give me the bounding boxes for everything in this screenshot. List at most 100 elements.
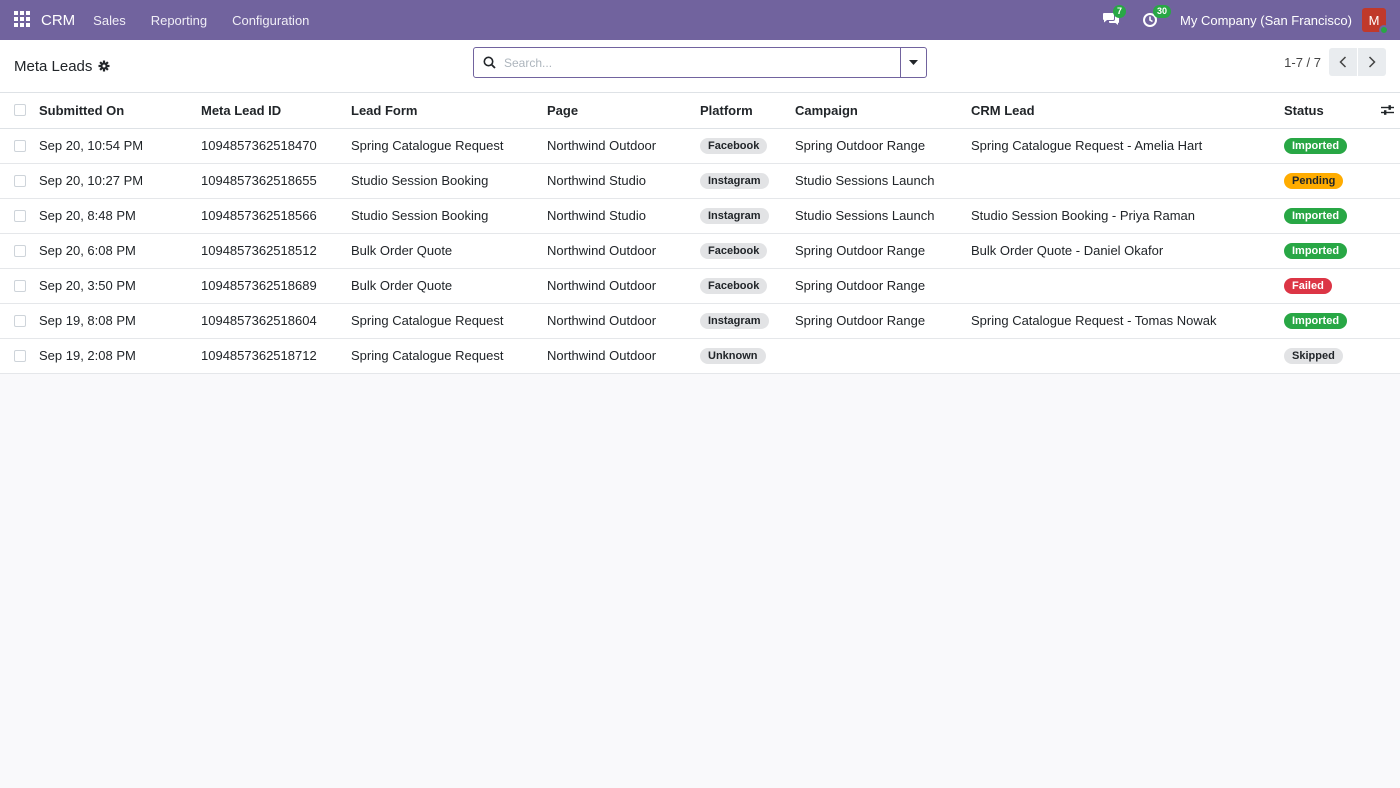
cell-submitted-on[interactable]: Sep 20, 6:08 PM bbox=[39, 233, 201, 269]
table-row[interactable]: Sep 20, 8:48 PM 1094857362518566 Studio Se… bbox=[0, 198, 1400, 234]
column-header-crm-lead[interactable]: CRM Lead bbox=[971, 93, 1284, 129]
menu-configuration[interactable]: Configuration bbox=[232, 13, 309, 28]
cell-platform[interactable]: Facebook bbox=[700, 128, 795, 164]
platform-tag: Instagram bbox=[700, 208, 769, 224]
cell-crm-lead[interactable]: Studio Session Booking - Priya Raman bbox=[971, 198, 1284, 234]
select-all-checkbox[interactable] bbox=[14, 104, 26, 117]
column-header-platform[interactable]: Platform bbox=[700, 93, 795, 129]
menu-sales[interactable]: Sales bbox=[93, 13, 126, 28]
row-checkbox[interactable] bbox=[14, 279, 26, 292]
cell-crm-lead[interactable] bbox=[971, 268, 1284, 304]
cell-page[interactable]: Northwind Outdoor bbox=[547, 233, 700, 269]
cell-crm-lead[interactable]: Bulk Order Quote - Daniel Okafor bbox=[971, 233, 1284, 269]
cell-submitted-on[interactable]: Sep 19, 2:08 PM bbox=[39, 338, 201, 374]
table-row[interactable]: Sep 20, 3:50 PM 1094857362518689 Bulk Orde… bbox=[0, 268, 1400, 304]
row-checkbox[interactable] bbox=[14, 139, 26, 152]
apps-menu-icon[interactable] bbox=[14, 11, 32, 29]
cell-submitted-on[interactable]: Sep 20, 8:48 PM bbox=[39, 198, 201, 234]
optional-columns-icon[interactable] bbox=[1374, 104, 1400, 116]
menu-reporting[interactable]: Reporting bbox=[151, 13, 207, 28]
cell-crm-lead[interactable]: Spring Catalogue Request - Amelia Hart bbox=[971, 128, 1284, 164]
cell-crm-lead[interactable]: Spring Catalogue Request - Tomas Nowak bbox=[971, 303, 1284, 339]
row-checkbox[interactable] bbox=[14, 174, 26, 187]
cell-meta-lead-id[interactable]: 1094857362518712 bbox=[201, 338, 351, 374]
pager-next-button[interactable] bbox=[1358, 48, 1386, 76]
cell-platform[interactable]: Facebook bbox=[700, 233, 795, 269]
cell-campaign[interactable]: Spring Outdoor Range bbox=[795, 303, 971, 339]
row-checkbox[interactable] bbox=[14, 209, 26, 222]
cell-submitted-on[interactable]: Sep 19, 8:08 PM bbox=[39, 303, 201, 339]
column-header-lead-form[interactable]: Lead Form bbox=[351, 93, 547, 129]
cell-meta-lead-id[interactable]: 1094857362518604 bbox=[201, 303, 351, 339]
table-row[interactable]: Sep 19, 2:08 PM 1094857362518712 Spring Ca… bbox=[0, 338, 1400, 374]
column-header-submitted-on[interactable]: Submitted On bbox=[39, 93, 201, 129]
cell-lead-form[interactable]: Spring Catalogue Request bbox=[351, 128, 547, 164]
cell-campaign[interactable]: Spring Outdoor Range bbox=[795, 233, 971, 269]
search-input[interactable] bbox=[504, 55, 900, 70]
cell-page[interactable]: Northwind Outdoor bbox=[547, 128, 700, 164]
cell-status[interactable]: Imported bbox=[1284, 198, 1374, 234]
cell-submitted-on[interactable]: Sep 20, 3:50 PM bbox=[39, 268, 201, 304]
row-checkbox[interactable] bbox=[14, 244, 26, 257]
user-avatar[interactable]: M bbox=[1362, 8, 1389, 35]
table-row[interactable]: Sep 19, 8:08 PM 1094857362518604 Spring Ca… bbox=[0, 303, 1400, 339]
cell-crm-lead[interactable] bbox=[971, 338, 1284, 374]
cell-submitted-on[interactable]: Sep 20, 10:54 PM bbox=[39, 128, 201, 164]
gear-icon[interactable] bbox=[98, 60, 110, 72]
column-header-status[interactable]: Status bbox=[1284, 93, 1374, 129]
cell-status[interactable]: Imported bbox=[1284, 128, 1374, 164]
cell-campaign[interactable]: Studio Sessions Launch bbox=[795, 163, 971, 199]
cell-meta-lead-id[interactable]: 1094857362518470 bbox=[201, 128, 351, 164]
cell-page[interactable]: Northwind Outdoor bbox=[547, 303, 700, 339]
cell-meta-lead-id[interactable]: 1094857362518512 bbox=[201, 233, 351, 269]
cell-status[interactable]: Skipped bbox=[1284, 338, 1374, 374]
cell-submitted-on[interactable]: Sep 20, 10:27 PM bbox=[39, 163, 201, 199]
pager-previous-button[interactable] bbox=[1329, 48, 1357, 76]
activities-button[interactable]: 30 bbox=[1142, 5, 1172, 28]
cell-platform[interactable]: Instagram bbox=[700, 198, 795, 234]
cell-meta-lead-id[interactable]: 1094857362518655 bbox=[201, 163, 351, 199]
cell-campaign[interactable]: Spring Outdoor Range bbox=[795, 128, 971, 164]
app-brand[interactable]: CRM bbox=[41, 12, 75, 29]
cell-crm-lead[interactable] bbox=[971, 163, 1284, 199]
row-checkbox[interactable] bbox=[14, 349, 26, 362]
cell-status[interactable]: Imported bbox=[1284, 303, 1374, 339]
messages-button[interactable]: 7 bbox=[1102, 5, 1127, 28]
cell-meta-lead-id[interactable]: 1094857362518689 bbox=[201, 268, 351, 304]
row-end-cell bbox=[1374, 198, 1400, 234]
table-row[interactable]: Sep 20, 10:54 PM 1094857362518470 Spring C… bbox=[0, 128, 1400, 164]
cell-status[interactable]: Pending bbox=[1284, 163, 1374, 199]
table-row[interactable]: Sep 20, 6:08 PM 1094857362518512 Bulk Orde… bbox=[0, 233, 1400, 269]
cell-page[interactable]: Northwind Studio bbox=[547, 198, 700, 234]
cell-page[interactable]: Northwind Outdoor bbox=[547, 268, 700, 304]
cell-campaign[interactable]: Studio Sessions Launch bbox=[795, 198, 971, 234]
row-checkbox[interactable] bbox=[14, 314, 26, 327]
cell-lead-form[interactable]: Studio Session Booking bbox=[351, 198, 547, 234]
chevron-left-icon bbox=[1339, 56, 1347, 68]
table-row[interactable]: Sep 20, 10:27 PM 1094857362518655 Studio S… bbox=[0, 163, 1400, 199]
pager-value[interactable]: 1-7 / 7 bbox=[1284, 55, 1321, 70]
cell-campaign[interactable]: Spring Outdoor Range bbox=[795, 268, 971, 304]
cell-status[interactable]: Imported bbox=[1284, 233, 1374, 269]
company-switcher[interactable]: My Company (San Francisco) bbox=[1180, 13, 1352, 28]
cell-lead-form[interactable]: Bulk Order Quote bbox=[351, 233, 547, 269]
cell-platform[interactable]: Instagram bbox=[700, 163, 795, 199]
cell-page[interactable]: Northwind Studio bbox=[547, 163, 700, 199]
cell-lead-form[interactable]: Spring Catalogue Request bbox=[351, 303, 547, 339]
search-options-toggle[interactable] bbox=[900, 48, 926, 77]
cell-campaign[interactable] bbox=[795, 338, 971, 374]
cell-lead-form[interactable]: Spring Catalogue Request bbox=[351, 338, 547, 374]
cell-platform[interactable]: Unknown bbox=[700, 338, 795, 374]
cell-lead-form[interactable]: Studio Session Booking bbox=[351, 163, 547, 199]
chevron-right-icon bbox=[1368, 56, 1376, 68]
column-header-campaign[interactable]: Campaign bbox=[795, 93, 971, 129]
cell-status[interactable]: Failed bbox=[1284, 268, 1374, 304]
column-header-page[interactable]: Page bbox=[547, 93, 700, 129]
row-select-cell bbox=[0, 338, 39, 374]
column-header-meta-lead-id[interactable]: Meta Lead ID bbox=[201, 93, 351, 129]
cell-meta-lead-id[interactable]: 1094857362518566 bbox=[201, 198, 351, 234]
cell-lead-form[interactable]: Bulk Order Quote bbox=[351, 268, 547, 304]
cell-platform[interactable]: Instagram bbox=[700, 303, 795, 339]
cell-page[interactable]: Northwind Outdoor bbox=[547, 338, 700, 374]
cell-platform[interactable]: Facebook bbox=[700, 268, 795, 304]
